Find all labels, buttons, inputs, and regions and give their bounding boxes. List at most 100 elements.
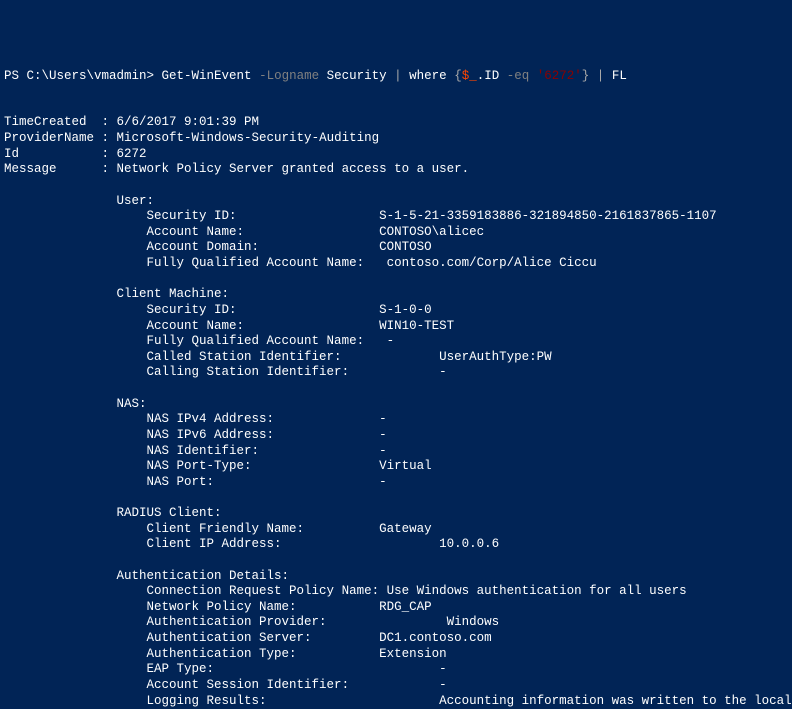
header-row-message: Message : Network Policy Server granted … <box>4 162 469 176</box>
auth-session-value: - <box>439 678 447 692</box>
user-acct-label: Account Name: <box>147 225 245 239</box>
prompt-prefix: PS C:\Users\vmadmin> <box>4 69 162 83</box>
nas-ipv4-row: NAS IPv4 Address: - <box>147 412 387 426</box>
user-domain-value: CONTOSO <box>379 240 432 254</box>
lbrace: { <box>454 69 462 83</box>
cmdlet: Get-WinEvent <box>162 69 252 83</box>
radius-ip-label: Client IP Address: <box>147 537 282 551</box>
auth-provider-row: Authentication Provider: Windows <box>147 615 500 629</box>
client-calling-row: Calling Station Identifier: - <box>147 365 447 379</box>
radius-friendly-label: Client Friendly Name: <box>147 522 305 536</box>
nas-id-value: - <box>379 444 387 458</box>
client-fqan-label: Fully Qualified Account Name: <box>147 334 365 348</box>
auth-crp-value: Use Windows authentication for all users <box>387 584 687 598</box>
auth-server-value: DC1.contoso.com <box>379 631 492 645</box>
prop-id: .ID <box>477 69 507 83</box>
client-sid-label: Security ID: <box>147 303 237 317</box>
client-acct-row: Account Name: WIN10-TEST <box>147 319 455 333</box>
auth-crp-label: Connection Request Policy Name: <box>147 584 380 598</box>
client-acct-value: WIN10-TEST <box>379 319 454 333</box>
nas-port-label: NAS Port: <box>147 475 215 489</box>
section-user-header: User: <box>117 194 155 208</box>
radius-friendly-row: Client Friendly Name: Gateway <box>147 522 432 536</box>
nas-id-row: NAS Identifier: - <box>147 444 387 458</box>
auth-np-label: Network Policy Name: <box>147 600 297 614</box>
nas-ipv4-value: - <box>379 412 387 426</box>
ps-prompt[interactable]: PS C:\Users\vmadmin> Get-WinEvent -Logna… <box>4 69 627 83</box>
nas-porttype-value: Virtual <box>379 459 432 473</box>
user-acct-value: CONTOSO\alicec <box>379 225 484 239</box>
client-sid-value: S-1-0-0 <box>379 303 432 317</box>
pipe-1: | <box>394 69 402 83</box>
arg-security: Security <box>327 69 387 83</box>
user-sid-label: Security ID: <box>147 209 237 223</box>
op-eq: -eq <box>507 69 530 83</box>
auth-type-value: Extension <box>379 647 447 661</box>
client-acct-label: Account Name: <box>147 319 245 333</box>
label-timecreated: TimeCreated : <box>4 115 117 129</box>
user-domain-row: Account Domain: CONTOSO <box>147 240 432 254</box>
param-logname: -Logname <box>259 69 319 83</box>
auth-type-label: Authentication Type: <box>147 647 297 661</box>
nas-ipv6-row: NAS IPv6 Address: - <box>147 428 387 442</box>
user-fqan-value: contoso.com/Corp/Alice Ciccu <box>387 256 597 270</box>
special-var: $_ <box>462 69 477 83</box>
value-message: Network Policy Server granted access to … <box>117 162 470 176</box>
nas-porttype-row: NAS Port-Type: Virtual <box>147 459 432 473</box>
header-row-timecreated: TimeCreated : 6/6/2017 9:01:39 PM <box>4 115 259 129</box>
nas-id-label: NAS Identifier: <box>147 444 260 458</box>
auth-server-row: Authentication Server: DC1.contoso.com <box>147 631 492 645</box>
header-row-id: Id : 6272 <box>4 147 147 161</box>
client-calling-value: - <box>439 365 447 379</box>
event-id-literal: '6272' <box>529 69 582 83</box>
client-called-label: Called Station Identifier: <box>147 350 342 364</box>
cmdlet-where: where <box>409 69 447 83</box>
user-sid-row: Security ID: S-1-5-21-3359183886-3218948… <box>147 209 717 223</box>
section-radius-header: RADIUS Client: <box>117 506 222 520</box>
user-fqan-label: Fully Qualified Account Name: <box>147 256 365 270</box>
auth-logging-label: Logging Results: <box>147 694 267 708</box>
section-nas-header: NAS: <box>117 397 147 411</box>
nas-ipv6-value: - <box>379 428 387 442</box>
client-fqan-row: Fully Qualified Account Name: - <box>147 334 395 348</box>
cmdlet-fl: FL <box>612 69 627 83</box>
auth-np-value: RDG_CAP <box>379 600 432 614</box>
value-id: 6272 <box>117 147 147 161</box>
client-sid-row: Security ID: S-1-0-0 <box>147 303 432 317</box>
radius-friendly-value: Gateway <box>379 522 432 536</box>
label-message: Message : <box>4 162 117 176</box>
user-acct-row: Account Name: CONTOSO\alicec <box>147 225 485 239</box>
auth-eap-label: EAP Type: <box>147 662 215 676</box>
client-called-row: Called Station Identifier: UserAuthType:… <box>147 350 552 364</box>
user-domain-label: Account Domain: <box>147 240 260 254</box>
auth-logging-value: Accounting information was written to th… <box>439 694 792 708</box>
label-id: Id : <box>4 147 117 161</box>
auth-logging-row: Logging Results: Accounting information … <box>147 694 792 708</box>
auth-crp-row: Connection Request Policy Name: Use Wind… <box>147 584 687 598</box>
value-timecreated: 6/6/2017 9:01:39 PM <box>117 115 260 129</box>
rbrace: } <box>582 69 590 83</box>
label-providername: ProviderName : <box>4 131 117 145</box>
auth-provider-label: Authentication Provider: <box>147 615 327 629</box>
client-fqan-value: - <box>387 334 395 348</box>
auth-np-row: Network Policy Name: RDG_CAP <box>147 600 432 614</box>
radius-ip-row: Client IP Address: 10.0.0.6 <box>147 537 500 551</box>
auth-eap-value: - <box>439 662 447 676</box>
nas-ipv6-label: NAS IPv6 Address: <box>147 428 275 442</box>
nas-port-value: - <box>379 475 387 489</box>
header-row-providername: ProviderName : Microsoft-Windows-Securit… <box>4 131 379 145</box>
section-auth-header: Authentication Details: <box>117 569 290 583</box>
auth-server-label: Authentication Server: <box>147 631 312 645</box>
client-calling-label: Calling Station Identifier: <box>147 365 350 379</box>
nas-porttype-label: NAS Port-Type: <box>147 459 252 473</box>
section-client-header: Client Machine: <box>117 287 230 301</box>
radius-ip-value: 10.0.0.6 <box>439 537 499 551</box>
auth-provider-value: Windows <box>447 615 500 629</box>
auth-eap-row: EAP Type: - <box>147 662 447 676</box>
client-called-value: UserAuthType:PW <box>439 350 552 364</box>
nas-ipv4-label: NAS IPv4 Address: <box>147 412 275 426</box>
pipe-2: | <box>597 69 605 83</box>
nas-port-row: NAS Port: - <box>147 475 387 489</box>
value-providername: Microsoft-Windows-Security-Auditing <box>117 131 380 145</box>
user-fqan-row: Fully Qualified Account Name: contoso.co… <box>147 256 597 270</box>
